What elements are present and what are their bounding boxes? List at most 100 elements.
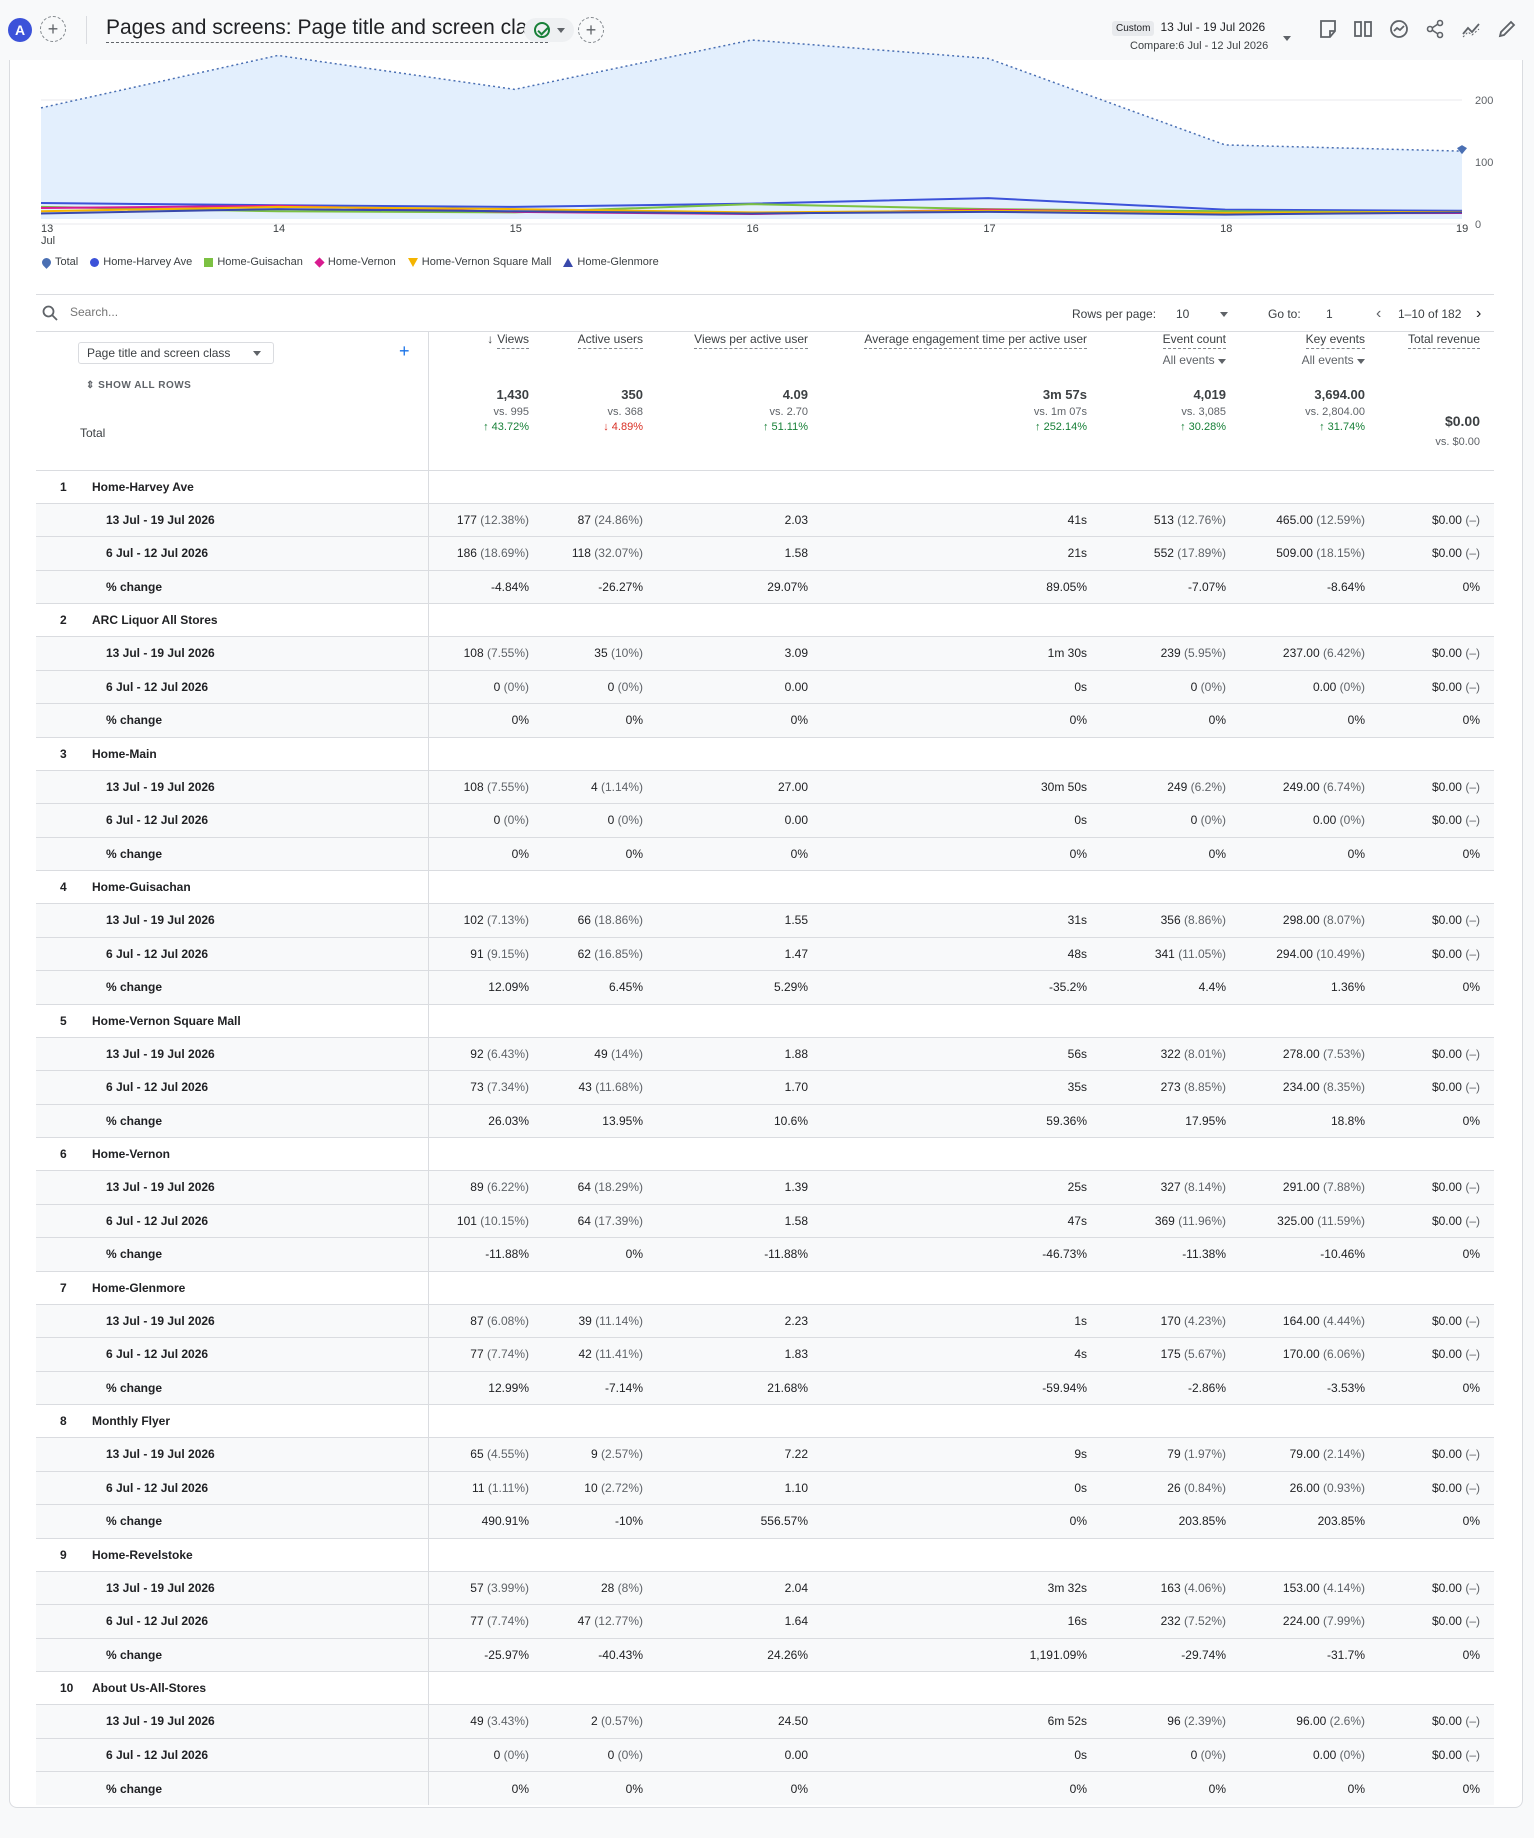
table-row[interactable]: 13 Jul - 19 Jul 2026 102 (7.13%) 66 (18.86… bbox=[36, 903, 1494, 937]
add-dimension-icon[interactable]: + bbox=[399, 341, 410, 362]
table-row[interactable]: 13 Jul - 19 Jul 2026 57 (3.99%) 28 (8%) 2.0… bbox=[36, 1570, 1494, 1605]
next-page-icon[interactable]: › bbox=[1476, 306, 1481, 322]
table-row[interactable]: % change 12.09% 6.45% 5.29% -35.2% 4.4% 1.36% 0… bbox=[36, 970, 1494, 1004]
table-row[interactable]: % change 26.03% 13.95% 10.6% 59.36% 17.95% 18.… bbox=[36, 1103, 1494, 1138]
metric-value: 77 bbox=[470, 1614, 484, 1629]
table-row[interactable]: 13 Jul - 19 Jul 2026 108 (7.55%) 35 (10%) 3… bbox=[36, 636, 1494, 670]
table-row[interactable]: % change 0% 0% 0% 0% 0% 0% 0% bbox=[36, 836, 1494, 871]
dimension-cell: 6 Jul - 12 Jul 2026 bbox=[36, 1203, 429, 1238]
table-row[interactable]: 6 Jul - 12 Jul 2026 0 (0%) 0 (0%) 0.00 0s 0 (… bbox=[36, 1737, 1494, 1772]
table-group-row[interactable]: 7 Home-Glenmore bbox=[36, 1270, 1494, 1304]
table-row[interactable]: 6 Jul - 12 Jul 2026 91 (9.15%) 62 (16.85%)… bbox=[36, 936, 1494, 971]
metric-value: 1.70 bbox=[784, 1080, 808, 1095]
dimension-cell: 6 Jul - 12 Jul 2026 bbox=[36, 1070, 429, 1104]
metric-cell: 89.05% bbox=[822, 569, 1101, 604]
legend-label: Home-Guisachan bbox=[217, 256, 303, 268]
table-row[interactable]: 13 Jul - 19 Jul 2026 65 (4.55%) 9 (2.57%) 7… bbox=[36, 1437, 1494, 1471]
rows-per-page-select[interactable]: 10 bbox=[1176, 307, 1189, 321]
circle-legend-icon bbox=[90, 257, 100, 267]
table-row[interactable]: 13 Jul - 19 Jul 2026 92 (6.43%) 49 (14%) 1.… bbox=[36, 1036, 1494, 1071]
table-row[interactable]: 6 Jul - 12 Jul 2026 101 (10.15%) 64 (17.39… bbox=[36, 1203, 1494, 1238]
show-all-rows-button[interactable]: ⇕ SHOW ALL ROWS bbox=[86, 380, 191, 391]
table-group-row[interactable]: 6 Home-Vernon bbox=[36, 1137, 1494, 1171]
sort-desc-icon: ↓ bbox=[487, 332, 494, 346]
legend-item[interactable]: Total bbox=[40, 255, 78, 269]
table-group-row[interactable]: 10 About Us-All-Stores bbox=[36, 1671, 1494, 1705]
metric-cell: 203.85% bbox=[1240, 1504, 1379, 1538]
table-row[interactable]: 6 Jul - 12 Jul 2026 0 (0%) 0 (0%) 0.00 0s 0 (… bbox=[36, 669, 1494, 704]
metric-value: 35s bbox=[1067, 1080, 1087, 1095]
table-row[interactable]: 6 Jul - 12 Jul 2026 11 (1.11%) 10 (2.72%) 1… bbox=[36, 1470, 1494, 1505]
metric-cell: 57 (3.99%) bbox=[428, 1570, 543, 1605]
column-header[interactable]: Key events All events 3,694.00 vs. 2,804.0… bbox=[1240, 332, 1379, 470]
metric-cell: 232 (7.52%) bbox=[1101, 1604, 1240, 1638]
table-row[interactable]: % change 0% 0% 0% 0% 0% 0% 0% bbox=[36, 703, 1494, 737]
legend-item[interactable]: Home-Vernon bbox=[314, 256, 396, 268]
metric-cell: $0.00 (–) bbox=[1379, 1337, 1494, 1371]
table-row[interactable]: % change 490.91% -10% 556.57% 0% 203.85% 203.8… bbox=[36, 1504, 1494, 1538]
metric-cell: 25s bbox=[822, 1170, 1101, 1204]
table-row[interactable]: 13 Jul - 19 Jul 2026 177 (12.38%) 87 (24.8… bbox=[36, 502, 1494, 537]
table-row[interactable]: 6 Jul - 12 Jul 2026 73 (7.34%) 43 (11.68%)… bbox=[36, 1070, 1494, 1104]
column-header[interactable]: ↓ Views 1,430 vs. 995 ↑ 43.72% bbox=[428, 332, 543, 470]
legend-item[interactable]: Home-Glenmore bbox=[563, 256, 659, 268]
column-header[interactable]: Event count All events 4,019 vs. 3,085 ↑ 30… bbox=[1101, 332, 1240, 470]
table-group-row[interactable]: 4 Home-Guisachan bbox=[36, 870, 1494, 904]
column-header[interactable]: Average engagement time per active user 3… bbox=[822, 332, 1101, 470]
table-group-row[interactable]: 5 Home-Vernon Square Mall bbox=[36, 1003, 1494, 1037]
table-group-row[interactable]: 3 Home-Main bbox=[36, 736, 1494, 770]
table-row[interactable]: 6 Jul - 12 Jul 2026 77 (7.74%) 47 (12.77%)… bbox=[36, 1604, 1494, 1638]
table-row[interactable]: 13 Jul - 19 Jul 2026 89 (6.22%) 64 (18.29%… bbox=[36, 1170, 1494, 1204]
dimension-select[interactable]: Page title and screen class bbox=[78, 342, 274, 364]
column-header[interactable]: Views per active user 4.09 vs. 2.70 ↑ 51.11… bbox=[657, 332, 822, 470]
table-row[interactable]: 6 Jul - 12 Jul 2026 77 (7.74%) 42 (11.41%)… bbox=[36, 1337, 1494, 1371]
rows-chevron-down-icon[interactable] bbox=[1220, 312, 1228, 317]
metric-value: 509.00 bbox=[1276, 546, 1313, 561]
metric-cell: 249.00 (6.74%) bbox=[1240, 769, 1379, 804]
event-filter-select[interactable]: All events bbox=[1254, 353, 1365, 367]
metric-value: 96.00 bbox=[1296, 1714, 1327, 1729]
total-vs: vs. 995 bbox=[493, 406, 529, 418]
metric-cell: $0.00 (–) bbox=[1379, 769, 1494, 804]
search-input[interactable] bbox=[70, 305, 370, 319]
table-group-row[interactable]: 2 ARC Liquor All Stores bbox=[36, 603, 1494, 637]
legend-item[interactable]: Home-Harvey Ave bbox=[90, 256, 192, 268]
metric-value: 31s bbox=[1067, 913, 1087, 928]
table-row[interactable]: 6 Jul - 12 Jul 2026 186 (18.69%) 118 (32.0… bbox=[36, 536, 1494, 570]
metric-share: (0%) bbox=[1200, 1747, 1226, 1762]
column-header[interactable]: Total revenue $0.00 vs. $0.00 bbox=[1379, 332, 1494, 470]
metric-cell bbox=[1240, 1137, 1379, 1171]
table-row[interactable]: 6 Jul - 12 Jul 2026 0 (0%) 0 (0%) 0.00 0s 0 (… bbox=[36, 803, 1494, 837]
metric-cell: 87 (24.86%) bbox=[543, 502, 657, 537]
table-row[interactable]: 13 Jul - 19 Jul 2026 108 (7.55%) 4 (1.14%)… bbox=[36, 769, 1494, 804]
goto-input[interactable]: 1 bbox=[1326, 307, 1333, 321]
table-row[interactable]: 13 Jul - 19 Jul 2026 87 (6.08%) 39 (11.14%… bbox=[36, 1303, 1494, 1338]
row-label: 13 Jul - 19 Jul 2026 bbox=[106, 512, 215, 527]
metric-value: 232 bbox=[1160, 1614, 1181, 1629]
metric-cell: 2.03 bbox=[657, 502, 822, 537]
metric-cell bbox=[428, 1404, 543, 1438]
table-row[interactable]: % change -4.84% -26.27% 29.07% 89.05% -7.07% -… bbox=[36, 569, 1494, 604]
table-row[interactable]: % change 12.99% -7.14% 21.68% -59.94% -2.86% -… bbox=[36, 1370, 1494, 1405]
metric-cell bbox=[428, 603, 543, 637]
x-tick-label: 18 bbox=[1220, 223, 1232, 235]
metric-value: 49 bbox=[594, 1046, 608, 1061]
legend-item[interactable]: Home-Guisachan bbox=[204, 256, 303, 268]
column-header[interactable]: Active users 350 vs. 368 ↓ 4.89% bbox=[543, 332, 657, 470]
table-row[interactable]: % change -25.97% -40.43% 24.26% 1,191.09% -29… bbox=[36, 1637, 1494, 1672]
table-group-row[interactable]: 1 Home-Harvey Ave bbox=[36, 469, 1494, 503]
prev-page-icon[interactable]: ‹ bbox=[1376, 306, 1381, 322]
metric-cell: 0% bbox=[822, 1771, 1101, 1805]
table-row[interactable]: % change 0% 0% 0% 0% 0% 0% 0% bbox=[36, 1771, 1494, 1805]
metric-share: (8.85%) bbox=[1183, 1080, 1226, 1095]
metric-share: (11.05%) bbox=[1178, 946, 1226, 961]
metric-value: 28 bbox=[600, 1580, 615, 1595]
legend-item[interactable]: Home-Vernon Square Mall bbox=[407, 256, 551, 268]
table-group-row[interactable]: 8 Monthly Flyer bbox=[36, 1404, 1494, 1438]
table-row[interactable]: 13 Jul - 19 Jul 2026 49 (3.43%) 2 (0.57%) 2… bbox=[36, 1704, 1494, 1738]
metric-share: (7.34%) bbox=[486, 1080, 529, 1095]
table-group-row[interactable]: 9 Home-Revelstoke bbox=[36, 1537, 1494, 1571]
event-filter-select[interactable]: All events bbox=[1115, 353, 1226, 367]
metric-cell: 79 (1.97%) bbox=[1101, 1437, 1240, 1471]
table-row[interactable]: % change -11.88% 0% -11.88% -46.73% -11.38% -1… bbox=[36, 1237, 1494, 1271]
